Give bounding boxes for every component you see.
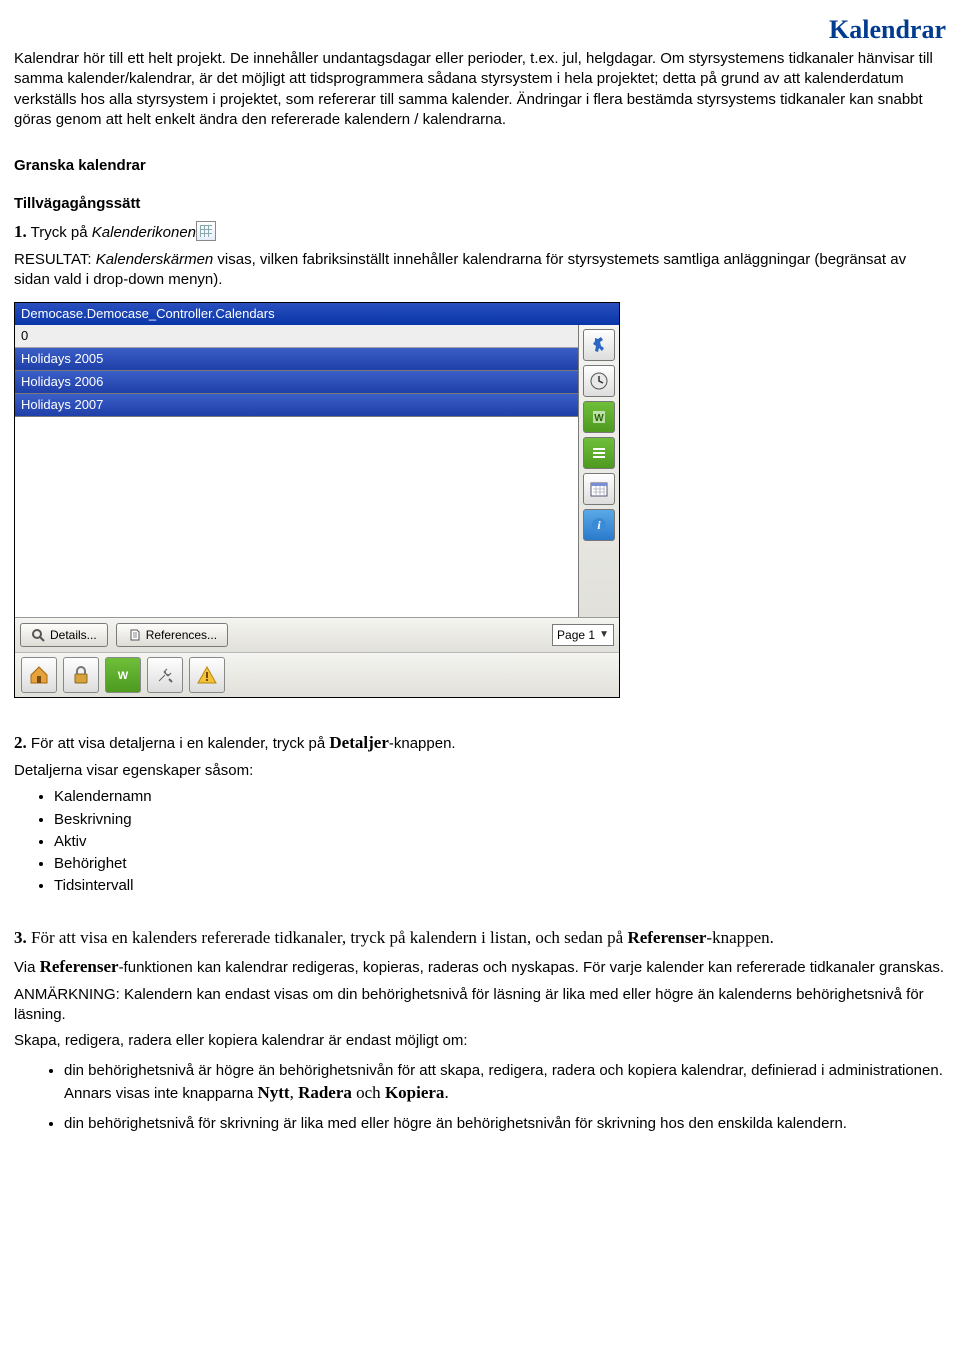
list-item: Kalendernamn (54, 787, 946, 807)
list-item[interactable]: Holidays 2005 (15, 348, 578, 371)
page-select[interactable]: Page 1 ▼ (552, 624, 614, 646)
sep2: och (352, 1083, 385, 1102)
step2-suffix: -knappen. (389, 735, 456, 752)
list-item: Behörighet (54, 854, 946, 874)
references-label: Referenser (627, 928, 706, 947)
list-item: din behörighetsnivå för skrivning är lik… (64, 1114, 946, 1134)
calendar-list: 0 Holidays 2005 Holidays 2006 Holidays 2… (15, 325, 579, 617)
alert-icon[interactable] (189, 657, 225, 693)
references-button[interactable]: References... (116, 623, 228, 647)
references-button-label: References... (146, 627, 217, 643)
clock-icon[interactable] (583, 365, 615, 397)
step2-line2: Detaljerna visar egenskaper såsom: (14, 761, 946, 781)
info-icon[interactable]: i (583, 509, 615, 541)
step3-num: 3. (14, 928, 27, 947)
step3-line: För att visa en kalenders refererade tid… (27, 928, 628, 947)
details-button[interactable]: Details... (20, 623, 108, 647)
via-btn: Referenser (40, 957, 119, 976)
chevron-down-icon: ▼ (599, 628, 609, 642)
skapa-line: Skapa, redigera, radera eller kopiera ka… (14, 1031, 946, 1051)
details-button-label: Details... (50, 627, 97, 643)
lock-icon[interactable] (63, 657, 99, 693)
home-icon[interactable] (21, 657, 57, 693)
green-list-icon[interactable] (583, 437, 615, 469)
step1-italic: Kalenderikonen (92, 224, 196, 241)
result-italic: Kalenderskärmen (96, 251, 214, 268)
list-blank-area (15, 417, 578, 617)
step1: 1. Tryck på Kalenderikonen (14, 221, 946, 244)
step1-result: RESULTAT: Kalenderskärmen visas, vilken … (14, 250, 946, 291)
runner-icon[interactable] (583, 329, 615, 361)
side-toolbar: W i (579, 325, 619, 617)
page-label: Page 1 (557, 627, 595, 643)
list-item: Aktiv (54, 832, 946, 852)
list-item: Tidsintervall (54, 876, 946, 896)
tools-icon[interactable] (147, 657, 183, 693)
radera-label: Radera (298, 1083, 352, 1102)
step3-suffix: -knappen. (706, 928, 774, 947)
details-list: Kalendernamn Beskrivning Aktiv Behörighe… (54, 787, 946, 896)
step3: 3. För att visa en kalenders refererade … (14, 927, 946, 950)
anm-line: ANMÄRKNING: Kalendern kan endast visas o… (14, 985, 946, 1026)
step2-num: 2. (14, 733, 27, 752)
b1-end: . (444, 1083, 448, 1102)
details-label: Detaljer (329, 733, 388, 752)
green-tool-icon[interactable]: W (105, 657, 141, 693)
page-title: Kalendrar (14, 12, 946, 47)
calendar-icon (196, 221, 216, 241)
step2-text: För att visa detaljerna i en kalender, t… (27, 735, 330, 752)
list-item: din behörighetsnivå är högre än behörigh… (64, 1061, 946, 1104)
bottom-toolbar: W (15, 652, 619, 697)
nytt-label: Nytt (257, 1083, 289, 1102)
svg-text:W: W (594, 413, 604, 424)
intro-paragraph: Kalendrar hör till ett helt projekt. De … (14, 49, 946, 130)
subheading: Tillvägagångssätt (14, 194, 946, 214)
via1: Via (14, 959, 40, 976)
svg-text:W: W (118, 670, 129, 682)
list-item: Beskrivning (54, 810, 946, 830)
sep1: , (290, 1083, 299, 1102)
step2: 2. För att visa detaljerna i en kalender… (14, 732, 946, 755)
b1-a: din behörighetsnivå är högre än behörigh… (64, 1062, 943, 1101)
via-line: Via Referenser-funktionen kan kalendrar … (14, 956, 946, 979)
calendar-screenshot: Democase.Democase_Controller.Calendars 0… (14, 302, 620, 698)
window-titlebar: Democase.Democase_Controller.Calendars (15, 303, 619, 325)
list-item[interactable]: Holidays 2006 (15, 371, 578, 394)
list-item[interactable]: Holidays 2007 (15, 394, 578, 417)
step1-text: Tryck på (27, 224, 92, 241)
step1-num: 1. (14, 222, 27, 241)
list-header-row: 0 (15, 325, 578, 348)
calendar-side-icon[interactable] (583, 473, 615, 505)
kopiera-label: Kopiera (385, 1083, 445, 1102)
result-label: RESULTAT: (14, 251, 96, 268)
via2: -funktionen kan kalendrar redigeras, kop… (119, 959, 944, 976)
footer-bar: Details... References... Page 1 ▼ (15, 617, 619, 652)
section-heading: Granska kalendrar (14, 156, 946, 176)
conditions-list: din behörighetsnivå är högre än behörigh… (64, 1061, 946, 1134)
green-box-icon[interactable]: W (583, 401, 615, 433)
